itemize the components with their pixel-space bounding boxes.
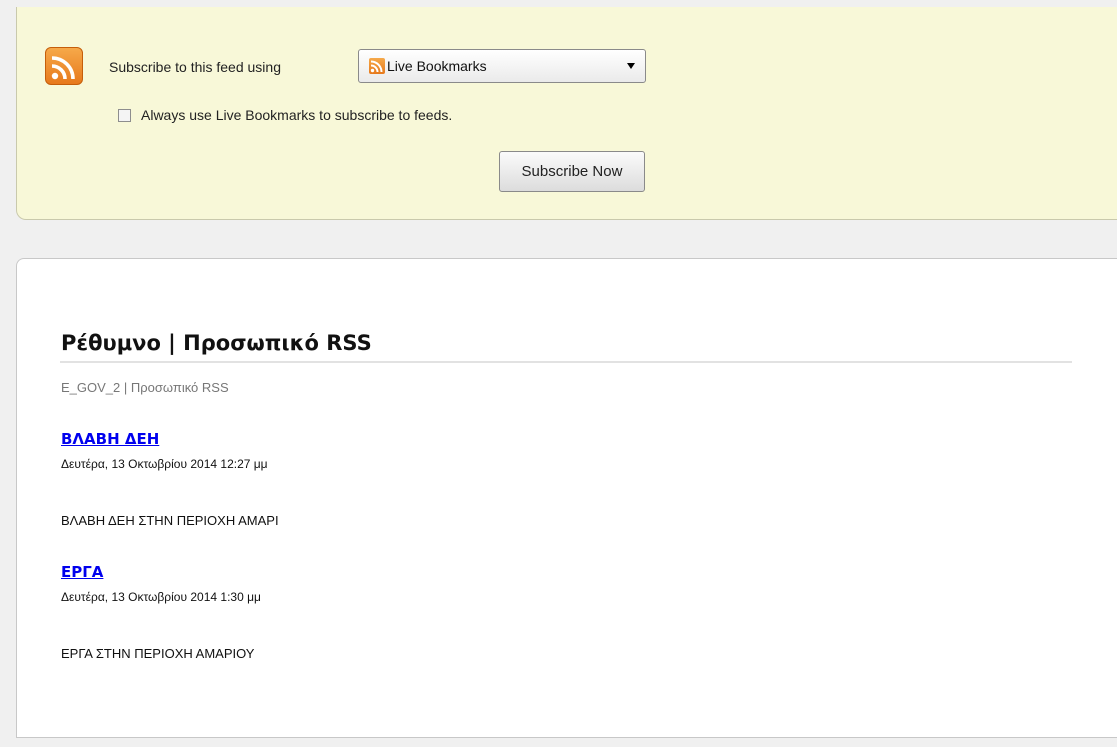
entry-body: ΒΛΑΒΗ ΔΕΗ ΣΤΗΝ ΠΕΡΙΟΧΗ ΑΜΑΡΙ (61, 513, 279, 528)
always-use-label[interactable]: Always use Live Bookmarks to subscribe t… (141, 107, 452, 123)
entry-title-link[interactable]: ΕΡΓΑ (61, 563, 103, 581)
entry-title-link[interactable]: ΒΛΑΒΗ ΔΕΗ (61, 430, 159, 448)
subscribe-panel: Subscribe to this feed using Live Bookma… (16, 7, 1117, 220)
entry-date: Δευτέρα, 13 Οκτωβρίου 2014 12:27 μμ (61, 457, 268, 471)
live-bookmarks-rss-icon (369, 58, 385, 74)
feed-title: Ρέθυμνο | Προσωπικό RSS (61, 331, 372, 355)
feed-content: Ρέθυμνο | Προσωπικό RSS E_GOV_2 | Προσωπ… (16, 258, 1117, 738)
rss-icon (45, 47, 83, 85)
subscribe-label: Subscribe to this feed using (109, 59, 281, 75)
always-use-checkbox[interactable] (118, 109, 131, 122)
chevron-down-icon (627, 63, 635, 69)
reader-select[interactable]: Live Bookmarks (358, 49, 646, 83)
entry-body: ΕΡΓΑ ΣΤΗΝ ΠΕΡΙΟΧΗ ΑΜΑΡΙΟΥ (61, 646, 255, 661)
feed-subtitle: E_GOV_2 | Προσωπικό RSS (61, 380, 229, 395)
title-divider (60, 361, 1072, 363)
reader-select-value: Live Bookmarks (387, 58, 487, 74)
entry-date: Δευτέρα, 13 Οκτωβρίου 2014 1:30 μμ (61, 590, 261, 604)
subscribe-now-button[interactable]: Subscribe Now (499, 151, 645, 192)
